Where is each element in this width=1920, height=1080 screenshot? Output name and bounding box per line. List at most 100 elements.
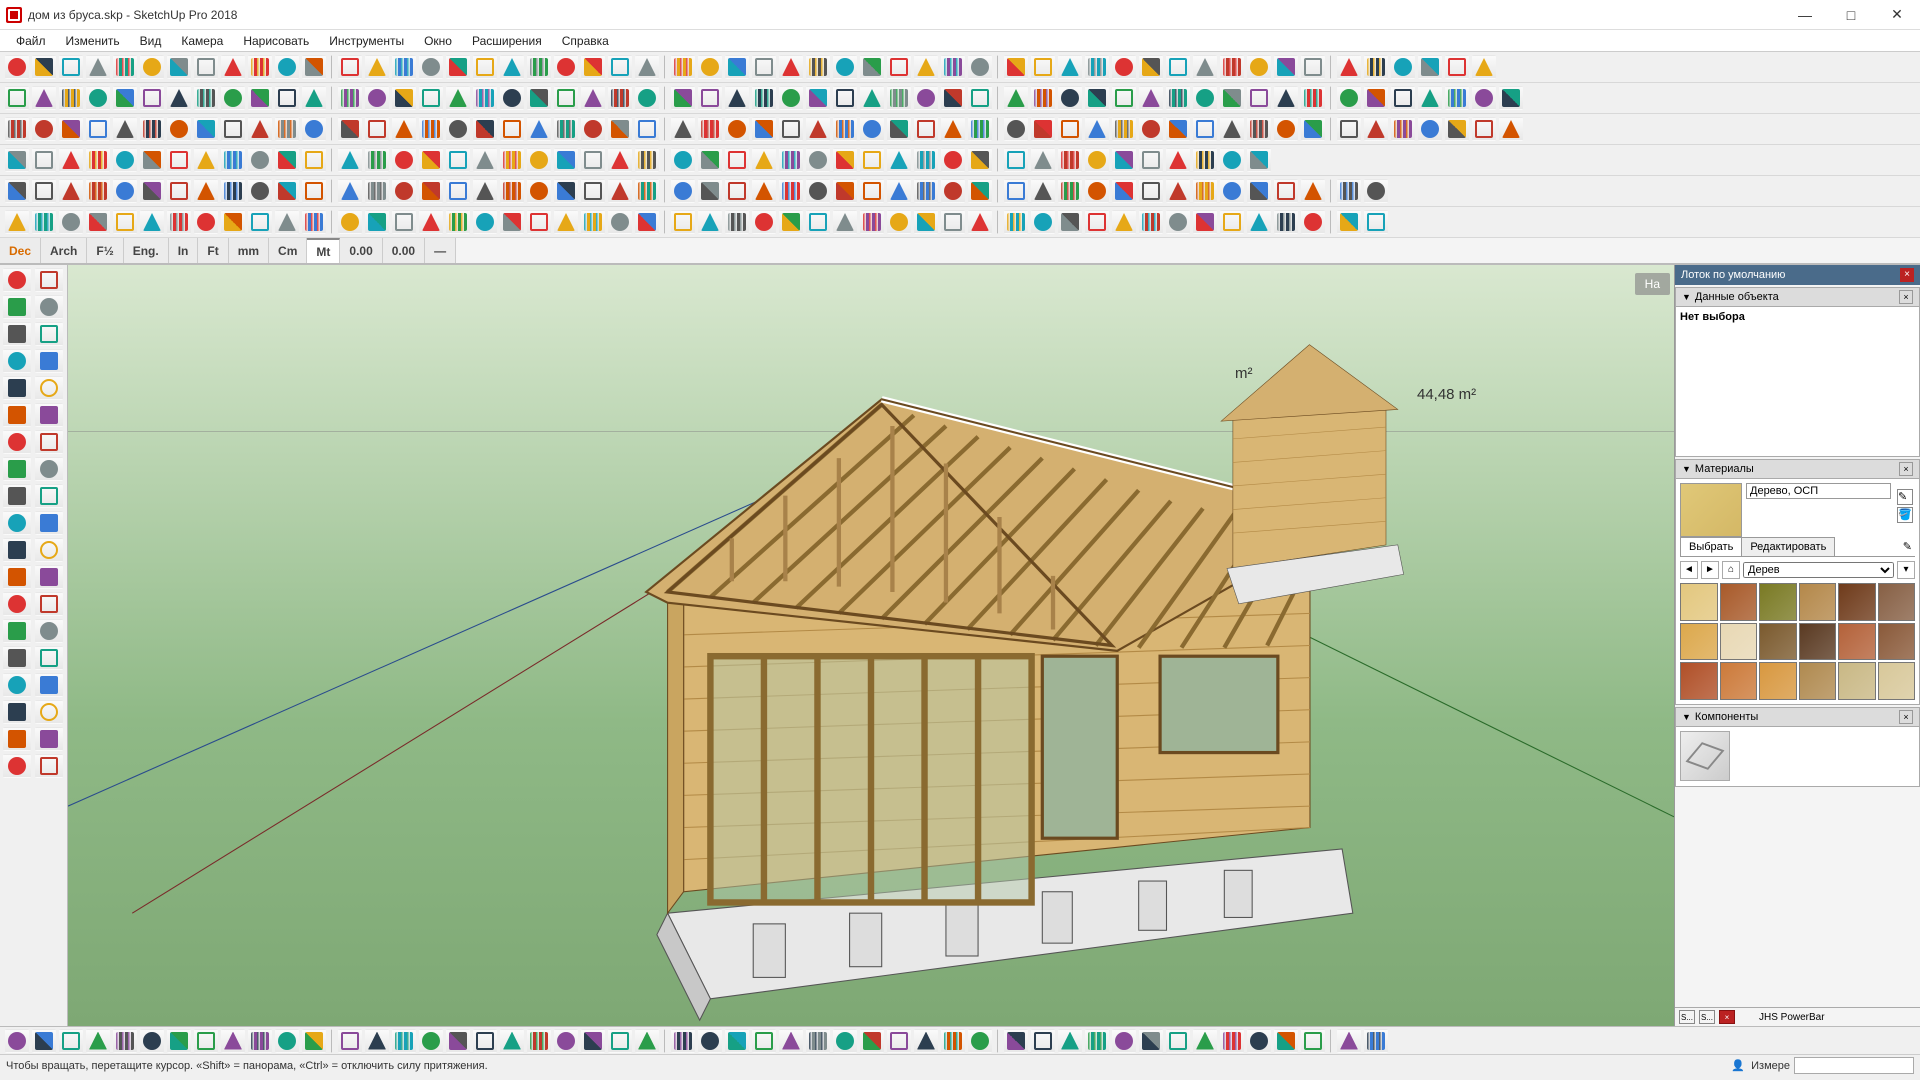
tool-button[interactable]: [635, 179, 659, 203]
tool-button[interactable]: [1445, 55, 1469, 79]
tool-button[interactable]: [248, 210, 272, 234]
create-material-icon[interactable]: ✎: [1897, 489, 1913, 505]
tool-button[interactable]: [554, 179, 578, 203]
tool-button[interactable]: [752, 179, 776, 203]
tool-button[interactable]: [833, 86, 857, 110]
left-tool-button[interactable]: [35, 646, 63, 670]
tool-button[interactable]: [1139, 210, 1163, 234]
tool-button[interactable]: [779, 148, 803, 172]
viewport-3d[interactable]: m² 44,48 m² На: [68, 265, 1674, 1026]
tool-button[interactable]: [1337, 210, 1361, 234]
tool-button[interactable]: [500, 55, 524, 79]
tool-button[interactable]: [113, 55, 137, 79]
tool-button[interactable]: [1364, 117, 1388, 141]
tool-button[interactable]: [1004, 117, 1028, 141]
menu-icon[interactable]: ▾: [1897, 561, 1915, 579]
tool-button[interactable]: [1139, 55, 1163, 79]
left-tool-button[interactable]: [3, 700, 31, 724]
tool-button[interactable]: [581, 179, 605, 203]
tool-button[interactable]: [1220, 117, 1244, 141]
material-swatch[interactable]: [1759, 623, 1797, 661]
tool-button[interactable]: [725, 117, 749, 141]
tool-button[interactable]: [5, 117, 29, 141]
left-tool-button[interactable]: [35, 268, 63, 292]
tool-button[interactable]: [140, 148, 164, 172]
tool-button[interactable]: [5, 210, 29, 234]
tool-button[interactable]: [1004, 148, 1028, 172]
material-swatch[interactable]: [1720, 583, 1758, 621]
tool-button[interactable]: [1058, 86, 1082, 110]
tool-button[interactable]: [1220, 210, 1244, 234]
tool-button[interactable]: [1472, 55, 1496, 79]
materials-panel-header[interactable]: ▼ Материалы ×: [1675, 459, 1920, 479]
maximize-button[interactable]: □: [1828, 0, 1874, 30]
material-swatch[interactable]: [1720, 623, 1758, 661]
tool-button[interactable]: [140, 210, 164, 234]
person-icon[interactable]: 👤: [1731, 1059, 1745, 1072]
tool-button[interactable]: [1031, 179, 1055, 203]
tool-button[interactable]: [419, 55, 443, 79]
tool-button[interactable]: [833, 179, 857, 203]
tool-button[interactable]: [698, 148, 722, 172]
tool-button[interactable]: [968, 86, 992, 110]
tool-button[interactable]: [941, 1029, 965, 1053]
material-name-input[interactable]: [1746, 483, 1891, 499]
tool-button[interactable]: [1112, 1029, 1136, 1053]
tool-button[interactable]: [365, 148, 389, 172]
left-tool-button[interactable]: [35, 565, 63, 589]
tool-button[interactable]: [860, 210, 884, 234]
tool-button[interactable]: [887, 1029, 911, 1053]
tool-button[interactable]: [275, 55, 299, 79]
tool-button[interactable]: [392, 1029, 416, 1053]
tool-button[interactable]: [392, 117, 416, 141]
menu-файл[interactable]: Файл: [6, 30, 56, 51]
tool-button[interactable]: [806, 210, 830, 234]
left-tool-button[interactable]: [35, 457, 63, 481]
tool-button[interactable]: [32, 148, 56, 172]
tool-button[interactable]: [59, 55, 83, 79]
tool-button[interactable]: [338, 210, 362, 234]
tool-button[interactable]: [275, 117, 299, 141]
tool-button[interactable]: [1085, 148, 1109, 172]
tool-button[interactable]: [527, 86, 551, 110]
tool-button[interactable]: [419, 210, 443, 234]
left-tool-button[interactable]: [3, 376, 31, 400]
tool-button[interactable]: [140, 179, 164, 203]
tool-button[interactable]: [1193, 179, 1217, 203]
tool-button[interactable]: [1112, 148, 1136, 172]
tool-button[interactable]: [1220, 55, 1244, 79]
unit-arch[interactable]: Arch: [41, 238, 87, 263]
tool-button[interactable]: [1004, 1029, 1028, 1053]
tool-button[interactable]: [365, 210, 389, 234]
tool-button[interactable]: [113, 1029, 137, 1053]
left-tool-button[interactable]: [35, 511, 63, 535]
tool-button[interactable]: [248, 1029, 272, 1053]
tool-button[interactable]: [752, 1029, 776, 1053]
tool-button[interactable]: [302, 179, 326, 203]
tool-button[interactable]: [887, 148, 911, 172]
left-tool-button[interactable]: [35, 619, 63, 643]
left-tool-button[interactable]: [3, 430, 31, 454]
tool-button[interactable]: [194, 148, 218, 172]
tool-button[interactable]: [446, 1029, 470, 1053]
tray-titlebar[interactable]: Лоток по умолчанию ×: [1675, 265, 1920, 285]
tool-button[interactable]: [1085, 210, 1109, 234]
tool-button[interactable]: [1247, 55, 1271, 79]
tool-button[interactable]: [1301, 1029, 1325, 1053]
tool-button[interactable]: [1274, 117, 1298, 141]
tool-button[interactable]: [1391, 117, 1415, 141]
tool-button[interactable]: [608, 117, 632, 141]
tool-button[interactable]: [1139, 179, 1163, 203]
tool-button[interactable]: [1220, 1029, 1244, 1053]
tool-button[interactable]: [275, 179, 299, 203]
tool-button[interactable]: [1301, 210, 1325, 234]
left-tool-button[interactable]: [3, 565, 31, 589]
tool-button[interactable]: [1301, 55, 1325, 79]
tool-button[interactable]: [1337, 55, 1361, 79]
left-tool-button[interactable]: [35, 376, 63, 400]
tool-button[interactable]: [887, 210, 911, 234]
tool-button[interactable]: [86, 179, 110, 203]
tool-button[interactable]: [1031, 148, 1055, 172]
tool-button[interactable]: [1193, 148, 1217, 172]
tool-button[interactable]: [248, 55, 272, 79]
